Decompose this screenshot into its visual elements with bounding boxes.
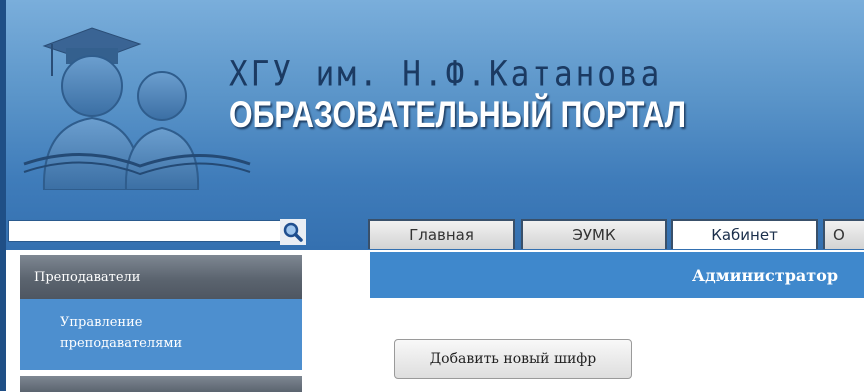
search-icon — [280, 219, 306, 245]
sidebar-item-label-line2: преподавателями — [60, 336, 183, 351]
left-border — [0, 0, 6, 391]
page-title: Администратор — [370, 252, 864, 298]
site-title-line2: ОБРАЗОВАТЕЛЬНЫЙ ПОРТАЛ — [229, 94, 687, 135]
sidebar-item-manage-teachers[interactable]: Управление преподавателями — [20, 299, 302, 370]
portal-logo-icon — [23, 27, 251, 190]
tab-cabinet[interactable]: Кабинет — [671, 219, 818, 249]
sidebar-item-label-line1: Управление — [60, 315, 143, 330]
add-cipher-button[interactable]: Добавить новый шифр — [394, 339, 632, 379]
tab-eumk[interactable]: ЭУМК — [521, 219, 667, 249]
site-title-line1: ХГУ им. Н.Ф.Катанова — [229, 54, 663, 95]
search-button[interactable] — [280, 219, 306, 245]
sidebar-section-teachers[interactable]: Преподаватели — [20, 255, 302, 299]
tab-about[interactable]: О — [823, 219, 864, 249]
search-input[interactable] — [8, 220, 286, 242]
tab-home[interactable]: Главная — [368, 219, 515, 249]
sidebar-next-section[interactable] — [20, 376, 302, 392]
